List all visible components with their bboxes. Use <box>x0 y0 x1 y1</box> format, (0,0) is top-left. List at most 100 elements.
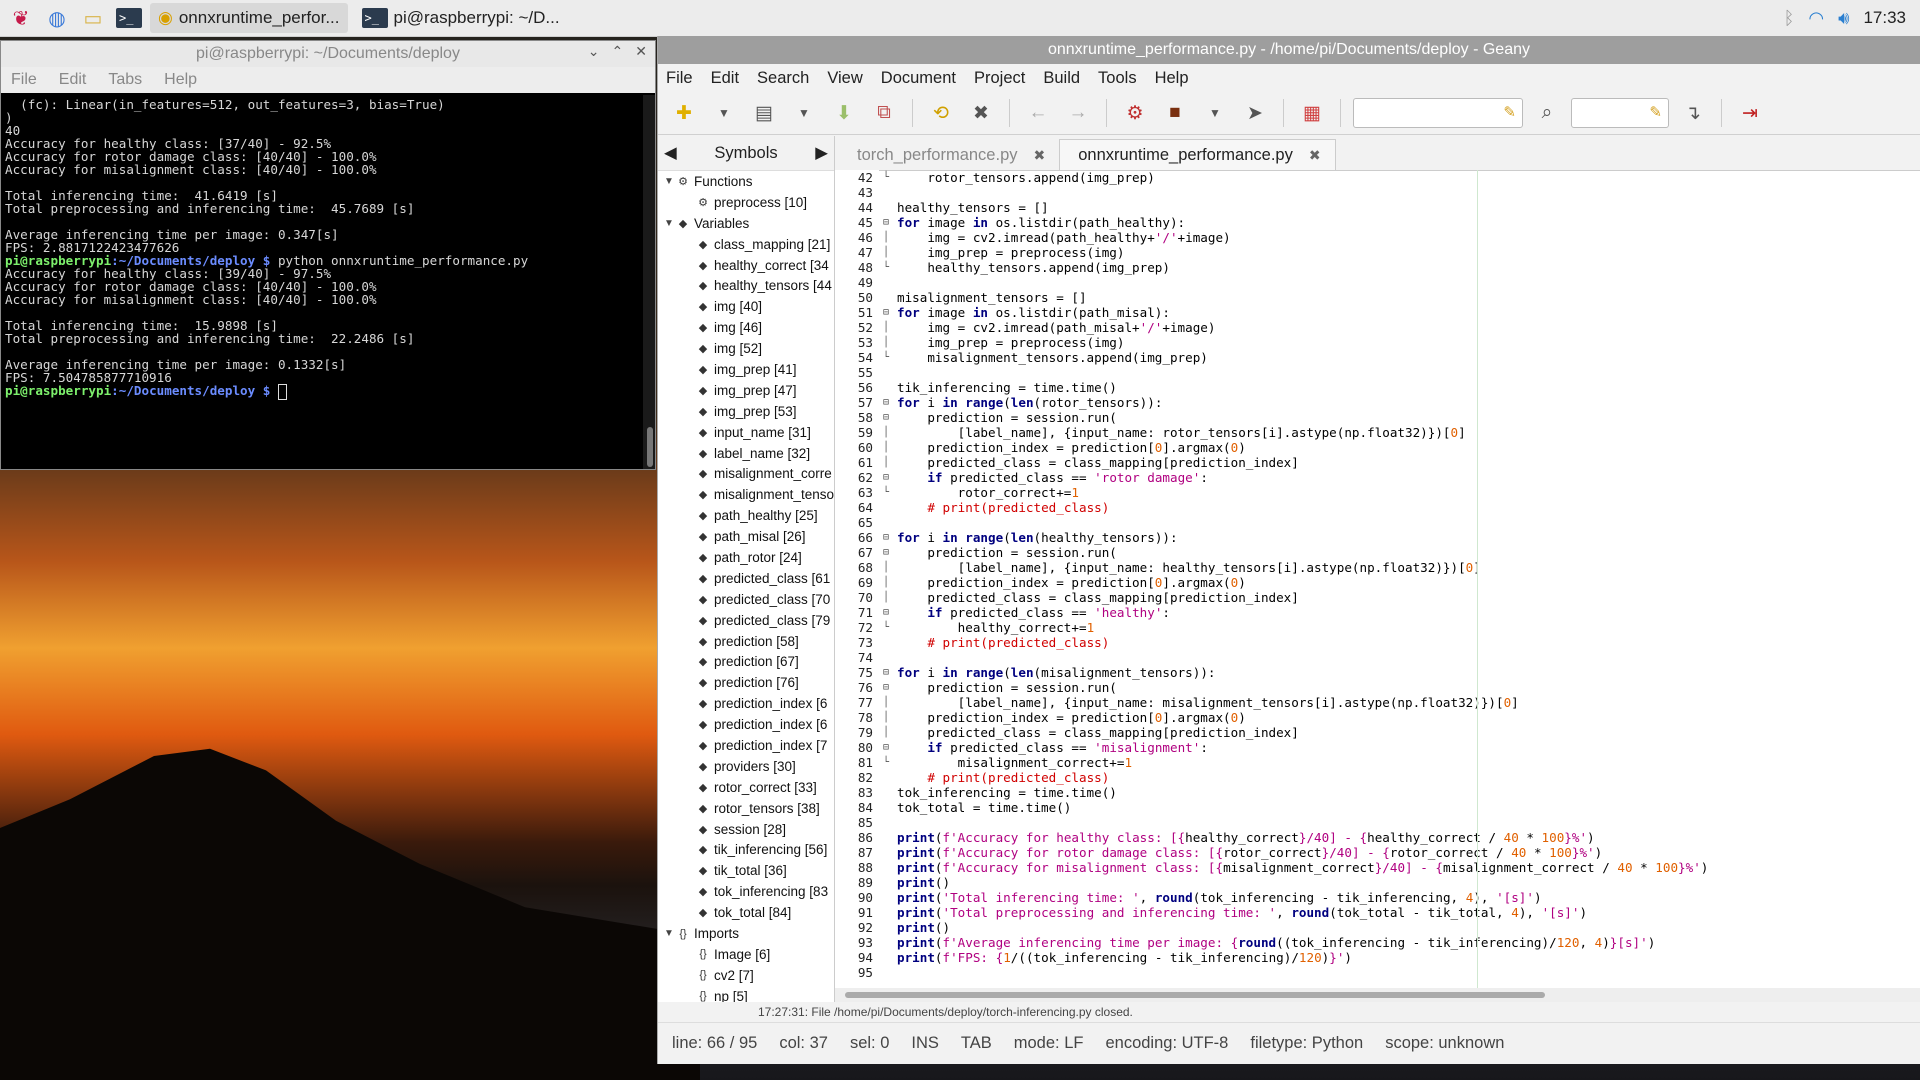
volume-icon[interactable]: 🔊︎ <box>1838 8 1849 29</box>
code-line[interactable]: 86 print(f'Accuracy for healthy class: [{… <box>835 830 1920 845</box>
terminal-launcher-icon[interactable]: >_ <box>114 3 144 33</box>
jump-to-line-icon[interactable]: ↴ <box>1677 97 1709 129</box>
search-icon[interactable]: ⌕ <box>1531 97 1563 129</box>
fold-marker-icon[interactable]: ⊟ <box>879 740 893 755</box>
code-line[interactable]: 52 │ img = cv2.imread(path_misal+'/'+imag… <box>835 320 1920 335</box>
code-line[interactable]: 81 └ misalignment_correct+=1 <box>835 755 1920 770</box>
code-line[interactable]: 65 <box>835 515 1920 530</box>
code-line[interactable]: 69 │ prediction_index = prediction[0].arg… <box>835 575 1920 590</box>
code-line[interactable]: 84 tok_total = time.time() <box>835 800 1920 815</box>
symbol-item[interactable]: ⚙ preprocess [10] <box>658 192 834 213</box>
code-line[interactable]: 92 print() <box>835 920 1920 935</box>
symbol-item[interactable]: ◆ tok_inferencing [83 <box>658 881 834 902</box>
code-line[interactable]: 89 print() <box>835 875 1920 890</box>
expander-icon[interactable]: ▼ <box>662 176 676 187</box>
fold-marker-icon[interactable]: ⊟ <box>879 530 893 545</box>
tab-scroll-left-icon[interactable]: ◀ <box>664 143 677 163</box>
symbol-item[interactable]: ◆ img_prep [41] <box>658 359 834 380</box>
code-line[interactable]: 66 ⊟ for i in range(len(healthy_tensors)): <box>835 530 1920 545</box>
code-line[interactable]: 45 ⊟ for image in os.listdir(path_healthy)… <box>835 215 1920 230</box>
forward-icon[interactable]: → <box>1062 97 1094 129</box>
code-line[interactable]: 93 print(f'Average inferencing time per i… <box>835 935 1920 950</box>
menu-edit[interactable]: Edit <box>59 71 87 89</box>
fold-marker-icon[interactable]: ⊟ <box>879 215 893 230</box>
code-line[interactable]: 94 print(f'FPS: {1/((tok_inferencing - ti… <box>835 950 1920 965</box>
symbol-item[interactable]: ◆ img [46] <box>658 317 834 338</box>
tab-scroll-right-icon[interactable]: ▶ <box>815 143 828 163</box>
menu-file[interactable]: File <box>11 71 37 89</box>
symbol-item[interactable]: ◆ misalignment_tenso <box>658 484 834 505</box>
symbol-item[interactable]: ◆ path_rotor [24] <box>658 547 834 568</box>
search-input[interactable]: ✎ <box>1353 98 1523 128</box>
code-line[interactable]: 49 <box>835 275 1920 290</box>
symbol-item[interactable]: ◆ providers [30] <box>658 756 834 777</box>
maximize-icon[interactable]: ⌃ <box>612 43 624 60</box>
code-line[interactable]: 51 ⊟ for image in os.listdir(path_misal): <box>835 305 1920 320</box>
symbol-item[interactable]: ◆ prediction [58] <box>658 631 834 652</box>
code-line[interactable]: 87 print(f'Accuracy for rotor damage clas… <box>835 845 1920 860</box>
symbol-item[interactable]: ◆ session [28] <box>658 819 834 840</box>
symbol-item[interactable]: ◆ healthy_tensors [44 <box>658 275 834 296</box>
symbol-item[interactable]: ◆ input_name [31] <box>658 422 834 443</box>
code-line[interactable]: 80 ⊟ if predicted_class == 'misalignment'… <box>835 740 1920 755</box>
terminal-scrollbar[interactable] <box>643 95 655 469</box>
build-icon[interactable]: ■ <box>1159 97 1191 129</box>
execute-icon[interactable]: ➤ <box>1239 97 1271 129</box>
code-line[interactable]: 83 tok_inferencing = time.time() <box>835 785 1920 800</box>
fold-marker-icon[interactable]: ⊟ <box>879 395 893 410</box>
close-icon[interactable]: ✕ <box>635 43 647 60</box>
symbol-item[interactable]: ◆ class_mapping [21] <box>658 234 834 255</box>
dropdown-arrow-icon[interactable]: ▼ <box>788 97 820 129</box>
symbol-item[interactable]: ◆ img_prep [53] <box>658 401 834 422</box>
symbol-item[interactable]: ◆ tik_total [36] <box>658 860 834 881</box>
document-tab[interactable]: onnxruntime_performance.py ✖ <box>1059 139 1336 170</box>
symbol-item[interactable]: ◆ prediction_index [7 <box>658 735 834 756</box>
back-icon[interactable]: ← <box>1022 97 1054 129</box>
geany-titlebar[interactable]: onnxruntime_performance.py - /home/pi/Do… <box>658 36 1920 64</box>
symbol-group[interactable]: ▼{} Imports <box>658 923 834 944</box>
revert-icon[interactable]: ⟲ <box>925 97 957 129</box>
dropdown-arrow-icon[interactable]: ▼ <box>708 97 740 129</box>
code-line[interactable]: 91 print('Total preprocessing and inferen… <box>835 905 1920 920</box>
symbol-group[interactable]: ▼ ⚙ Functions <box>658 171 834 192</box>
symbol-item[interactable]: ◆ rotor_tensors [38] <box>658 798 834 819</box>
symbol-item[interactable]: ◆ tok_total [84] <box>658 902 834 923</box>
code-line[interactable]: 42 └ rotor_tensors.append(img_prep) <box>835 170 1920 185</box>
menu-build[interactable]: Build <box>1043 69 1080 88</box>
new-file-icon[interactable]: ✚ <box>668 97 700 129</box>
symbol-item[interactable]: ◆ predicted_class [70 <box>658 589 834 610</box>
code-line[interactable]: 43 <box>835 185 1920 200</box>
document-tab[interactable]: torch_performance.py ✖ <box>839 140 1059 170</box>
symbol-item[interactable]: ◆ healthy_correct [34 <box>658 255 834 276</box>
bluetooth-icon[interactable]: ᛒ <box>1784 8 1795 29</box>
symbol-item[interactable]: ◆ img_prep [47] <box>658 380 834 401</box>
code-line[interactable]: 82 # print(predicted_class) <box>835 770 1920 785</box>
symbol-item[interactable]: ◆ predicted_class [79 <box>658 610 834 631</box>
code-line[interactable]: 54 └ misalignment_tensors.append(img_prep… <box>835 350 1920 365</box>
menu-tools[interactable]: Tools <box>1098 69 1137 88</box>
fold-marker-icon[interactable]: ⊟ <box>879 545 893 560</box>
open-file-icon[interactable]: ▤ <box>748 97 780 129</box>
code-line[interactable]: 75 ⊟ for i in range(len(misalignment_tenso… <box>835 665 1920 680</box>
code-line[interactable]: 44 healthy_tensors = [] <box>835 200 1920 215</box>
terminal-output[interactable]: (fc): Linear(in_features=512, out_featur… <box>1 95 643 469</box>
color-chooser-icon[interactable]: ▦ <box>1296 97 1328 129</box>
menu-help[interactable]: Help <box>1155 69 1189 88</box>
fold-marker-icon[interactable]: ⊟ <box>879 680 893 695</box>
compile-icon[interactable]: ⚙ <box>1119 97 1151 129</box>
close-file-icon[interactable]: ✖ <box>965 97 997 129</box>
symbol-item[interactable]: ◆ tik_inferencing [56] <box>658 840 834 861</box>
fold-marker-icon[interactable]: ⊟ <box>879 665 893 680</box>
taskbar-task-geany[interactable]: ◉ onnxruntime_perfor... <box>150 3 348 33</box>
code-line[interactable]: 71 ⊟ if predicted_class == 'healthy': <box>835 605 1920 620</box>
code-line[interactable]: 76 ⊟ prediction = session.run( <box>835 680 1920 695</box>
menu-tabs[interactable]: Tabs <box>108 71 142 89</box>
symbol-item[interactable]: ◆ prediction [76] <box>658 672 834 693</box>
code-line[interactable]: 46 │ img = cv2.imread(path_healthy+'/'+im… <box>835 230 1920 245</box>
code-line[interactable]: 79 │ predicted_class = class_mapping[pred… <box>835 725 1920 740</box>
code-line[interactable]: 90 print('Total inferencing time: ', roun… <box>835 890 1920 905</box>
code-line[interactable]: 47 │ img_prep = preprocess(img) <box>835 245 1920 260</box>
code-line[interactable]: 55 <box>835 365 1920 380</box>
code-line[interactable]: 56 tik_inferencing = time.time() <box>835 380 1920 395</box>
menu-project[interactable]: Project <box>974 69 1025 88</box>
